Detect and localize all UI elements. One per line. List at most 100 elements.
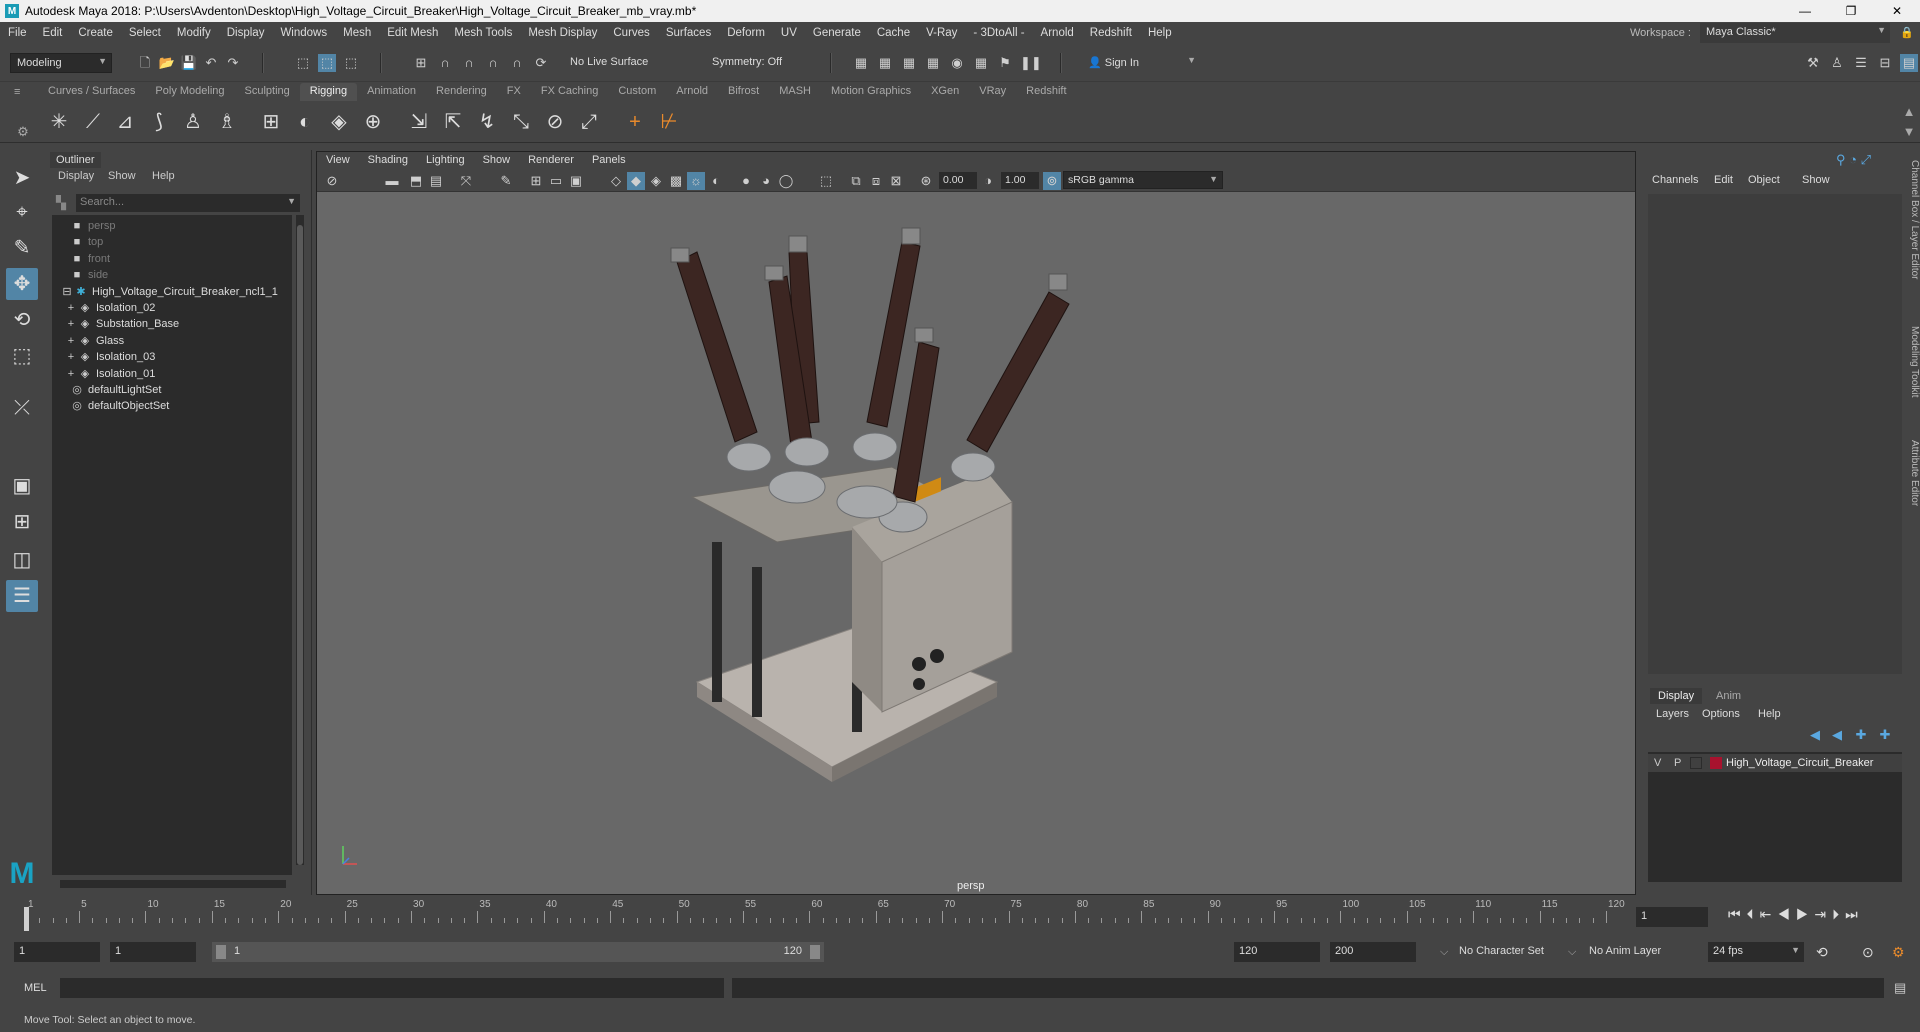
animation-preferences-icon[interactable]: ⚙ bbox=[1892, 944, 1905, 961]
menu-display[interactable]: Display bbox=[219, 27, 273, 39]
pole-vector-icon[interactable]: ⤢ bbox=[574, 107, 604, 137]
grease-pencil-icon[interactable]: ✎ bbox=[497, 172, 515, 190]
fps-dropdown[interactable]: 24 fps ▼ bbox=[1708, 942, 1804, 962]
lasso-tool-icon[interactable]: ⌖ bbox=[6, 196, 38, 228]
use-lights-icon[interactable]: ☼ bbox=[687, 172, 705, 190]
side-tab-channel-box-layer-editor[interactable]: Channel Box / Layer Editor bbox=[1904, 160, 1920, 280]
gamma-field[interactable]: 1.00 bbox=[1001, 172, 1039, 189]
outliner-search-input[interactable]: Search... ▼ bbox=[76, 194, 300, 212]
lattice-icon[interactable]: ◐ bbox=[290, 107, 320, 137]
xray-joints-icon[interactable]: ⧈ bbox=[867, 172, 885, 190]
layer-row[interactable]: V P High_Voltage_Circuit_Breaker bbox=[1648, 754, 1902, 772]
shelf-tab-xgen[interactable]: XGen bbox=[921, 83, 969, 101]
symmetry-dropdown[interactable]: Symmetry: Off bbox=[706, 53, 804, 73]
channel-box-icon[interactable]: ▤ bbox=[1900, 54, 1918, 72]
menu-curves[interactable]: Curves bbox=[605, 27, 657, 39]
menu-edit-mesh[interactable]: Edit Mesh bbox=[379, 27, 446, 39]
channel-menu-show[interactable]: Show bbox=[1802, 174, 1830, 186]
command-input[interactable] bbox=[60, 978, 724, 998]
layer-display-type[interactable] bbox=[1690, 757, 1702, 769]
outliner-item[interactable]: + ◈ Isolation_02 bbox=[52, 299, 292, 317]
move-tool-icon[interactable]: ✥ bbox=[6, 268, 38, 300]
wireframe-icon[interactable]: ◇ bbox=[607, 172, 625, 190]
viewport-panel[interactable]: View Shading Lighting Show Renderer Panels ⊘ … bbox=[316, 151, 1636, 895]
scale-tool-icon[interactable]: ⬚ bbox=[6, 340, 38, 372]
menu-windows[interactable]: Windows bbox=[272, 27, 335, 39]
shelf-tab-animation[interactable]: Animation bbox=[357, 83, 426, 101]
side-tab-attribute-editor[interactable]: Attribute Editor bbox=[1904, 440, 1920, 506]
new-layer-icon[interactable]: ✚ bbox=[1852, 726, 1870, 744]
gamma-icon[interactable]: ◑ bbox=[979, 172, 997, 190]
new-scene-icon[interactable]: 🗋 bbox=[136, 54, 154, 72]
viewport-menu-renderer[interactable]: Renderer bbox=[519, 152, 583, 170]
shelf-settings-icon[interactable]: ⚙ bbox=[14, 123, 32, 141]
shelf-tab-bifrost[interactable]: Bifrost bbox=[718, 83, 769, 101]
outliner-item[interactable]: ■ top bbox=[52, 233, 292, 251]
range-slider-bar[interactable]: 1 120 bbox=[212, 942, 824, 962]
camera-attributes-icon[interactable]: ▬ bbox=[383, 172, 401, 190]
outliner-menu-show[interactable]: Show bbox=[108, 170, 136, 182]
viewport-menu-shading[interactable]: Shading bbox=[359, 152, 417, 170]
channel-box-body[interactable] bbox=[1648, 194, 1902, 674]
new-layer-selected-icon[interactable]: ✚ bbox=[1876, 726, 1894, 744]
wrap-icon[interactable]: ◈ bbox=[324, 107, 354, 137]
ambient-occlusion-icon[interactable]: ● bbox=[737, 172, 755, 190]
move-layer-up-icon[interactable]: ◀ bbox=[1806, 726, 1824, 744]
outliner-item[interactable]: + ◈ Isolation_01 bbox=[52, 365, 292, 383]
close-button[interactable]: ✕ bbox=[1874, 0, 1920, 22]
two-pane-layout-icon[interactable]: ◫ bbox=[6, 544, 38, 576]
film-gate-icon[interactable]: ▭ bbox=[547, 172, 565, 190]
point-constraint-icon[interactable]: ⇱ bbox=[438, 107, 468, 137]
save-scene-icon[interactable]: 💾 bbox=[180, 54, 198, 72]
layer-playback-toggle[interactable]: P bbox=[1674, 754, 1681, 772]
expand-icon[interactable]: + bbox=[64, 299, 78, 317]
menu-surfaces[interactable]: Surfaces bbox=[658, 27, 719, 39]
show-manipulator-icon[interactable]: ⤫ bbox=[6, 392, 38, 424]
menu-set-dropdown[interactable]: Modeling ▼ bbox=[10, 53, 112, 73]
tab-display[interactable]: Display bbox=[1650, 688, 1703, 704]
resolution-gate-icon[interactable]: ▣ bbox=[567, 172, 585, 190]
side-tab-modeling-toolkit[interactable]: Modeling Toolkit bbox=[1904, 326, 1920, 398]
menu-generate[interactable]: Generate bbox=[805, 27, 869, 39]
layer-visibility-toggle[interactable]: V bbox=[1654, 754, 1661, 772]
locator-icon[interactable]: + bbox=[620, 107, 650, 137]
minimize-button[interactable]: — bbox=[1782, 0, 1828, 22]
snap-curve-icon[interactable]: ∩ bbox=[436, 54, 454, 72]
chevron-up-icon[interactable]: ▲ bbox=[1900, 103, 1918, 121]
hypershade-icon[interactable]: ▦ bbox=[924, 54, 942, 72]
wireframe-on-shaded-icon[interactable]: ◈ bbox=[647, 172, 665, 190]
textured-icon[interactable]: ▩ bbox=[667, 172, 685, 190]
outliner-item[interactable]: ⊟ ✱ High_Voltage_Circuit_Breaker_ncl1_1 bbox=[52, 283, 292, 301]
viewport-menu-panels[interactable]: Panels bbox=[583, 152, 635, 170]
menu-file[interactable]: File bbox=[0, 27, 35, 39]
channel-menu-channels[interactable]: Channels bbox=[1652, 174, 1698, 186]
live-surface-dropdown[interactable]: No Live Surface bbox=[564, 53, 662, 73]
human-ik-icon[interactable]: ♙ bbox=[178, 107, 208, 137]
script-editor-icon[interactable]: ▤ bbox=[1894, 980, 1906, 996]
shelf-tab-custom[interactable]: Custom bbox=[608, 83, 666, 101]
snap-grid-icon[interactable]: ⊞ bbox=[412, 54, 430, 72]
loop-icon[interactable]: ⟲ bbox=[1816, 944, 1828, 961]
xray-components-icon[interactable]: ⊠ bbox=[887, 172, 905, 190]
sign-in-dropdown[interactable]: 👤 Sign In ▼ bbox=[1082, 53, 1200, 73]
viewport-menu-view[interactable]: View bbox=[317, 152, 359, 170]
menu-arnold[interactable]: Arnold bbox=[1033, 27, 1082, 39]
image-plane-icon[interactable]: ▤ bbox=[427, 172, 445, 190]
outliner-item[interactable]: ■ side bbox=[52, 266, 292, 284]
vray-ipr-icon[interactable]: ⚑ bbox=[996, 54, 1014, 72]
menu-mesh-display[interactable]: Mesh Display bbox=[520, 27, 605, 39]
menu-v-ray[interactable]: V-Ray bbox=[918, 27, 965, 39]
outliner-item[interactable]: ◎ defaultObjectSet bbox=[52, 397, 292, 415]
redo-icon[interactable]: ↷ bbox=[224, 54, 242, 72]
exposure-field[interactable]: 0.00 bbox=[939, 172, 977, 189]
human-ik-icon[interactable]: ♙ bbox=[1828, 54, 1846, 72]
shelf-tab-rendering[interactable]: Rendering bbox=[426, 83, 497, 101]
pause-icon[interactable]: ❚❚ bbox=[1020, 54, 1042, 72]
shelf-tab-mash[interactable]: MASH bbox=[769, 83, 821, 101]
outliner-item[interactable]: ■ front bbox=[52, 250, 292, 268]
tool-settings-icon[interactable]: ⊟ bbox=[1876, 54, 1894, 72]
outliner-item[interactable]: ■ persp bbox=[52, 217, 292, 235]
snap-edge-icon[interactable]: ⟳ bbox=[532, 54, 550, 72]
current-time-indicator[interactable] bbox=[24, 907, 29, 931]
step-back-frame-icon[interactable]: ⏴ bbox=[1747, 906, 1760, 922]
